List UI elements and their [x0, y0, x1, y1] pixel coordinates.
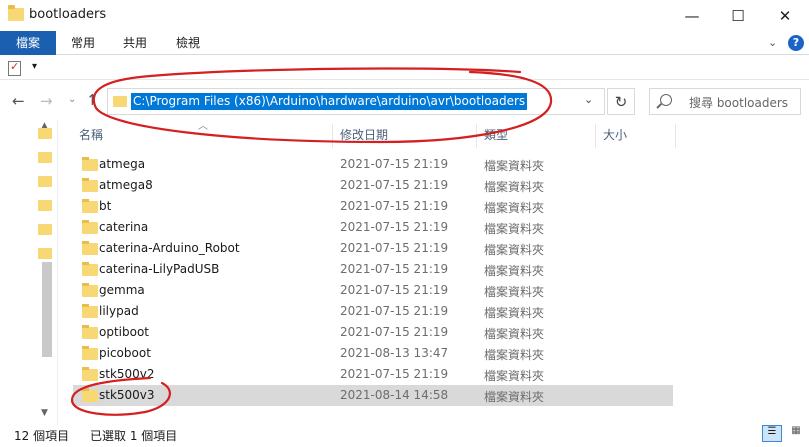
- folder-icon: [82, 262, 98, 276]
- file-type: 檔案資料夾: [484, 285, 545, 299]
- column-header-size[interactable]: 大小: [603, 122, 627, 148]
- search-icon: [660, 94, 672, 106]
- file-type: 檔案資料夾: [484, 369, 545, 383]
- file-modified-date: 2021-07-15 21:19: [340, 220, 449, 234]
- sort-ascending-icon: ︿: [198, 121, 208, 132]
- tab-view[interactable]: 檢視: [163, 31, 213, 55]
- file-type: 檔案資料夾: [484, 222, 545, 236]
- file-name: caterina: [99, 220, 149, 234]
- chevron-down-icon[interactable]: ⌄: [584, 93, 593, 106]
- tab-file[interactable]: 檔案: [0, 31, 56, 55]
- file-type: 檔案資料夾: [484, 243, 545, 257]
- folder-icon: [82, 325, 98, 339]
- status-item-count: 12 個項目: [14, 429, 70, 443]
- file-name: caterina-Arduino_Robot: [99, 241, 240, 255]
- file-modified-date: 2021-08-13 13:47: [340, 346, 449, 360]
- minimize-button[interactable]: —: [669, 0, 715, 31]
- help-icon[interactable]: ?: [788, 35, 804, 51]
- file-name: picoboot: [99, 346, 151, 360]
- file-modified-date: 2021-07-15 21:19: [340, 283, 449, 297]
- maximize-button[interactable]: ☐: [715, 0, 761, 31]
- column-header-type[interactable]: 類型: [484, 122, 508, 148]
- scrollbar-thumb[interactable]: [42, 262, 52, 357]
- back-arrow-icon[interactable]: ←: [12, 92, 25, 110]
- forward-arrow-icon[interactable]: →: [40, 92, 53, 110]
- refresh-button[interactable]: ↻: [607, 88, 635, 115]
- folder-icon[interactable]: [38, 152, 52, 163]
- file-type: 檔案資料夾: [484, 327, 545, 341]
- chevron-down-icon[interactable]: ⌄: [768, 36, 777, 49]
- status-selected-count: 已選取 1 個項目: [90, 429, 178, 443]
- file-type: 檔案資料夾: [484, 201, 545, 215]
- window-title: bootloaders: [29, 7, 107, 22]
- scroll-down-icon[interactable]: ▼: [41, 408, 48, 418]
- folder-icon: [82, 220, 98, 234]
- file-type: 檔案資料夾: [484, 390, 545, 404]
- properties-icon[interactable]: [8, 60, 21, 76]
- file-name: gemma: [99, 283, 145, 297]
- folder-icon[interactable]: [38, 248, 52, 259]
- file-type: 檔案資料夾: [484, 180, 545, 194]
- file-name: stk500v2: [99, 367, 155, 381]
- recent-locations-icon[interactable]: ⌄: [68, 94, 76, 105]
- folder-icon: [82, 241, 98, 255]
- search-placeholder: 搜尋 bootloaders: [689, 96, 789, 110]
- customize-toolbar-icon[interactable]: ▾: [32, 61, 37, 72]
- tab-share[interactable]: 共用: [110, 31, 160, 55]
- close-button[interactable]: ✕: [762, 0, 808, 31]
- file-type: 檔案資料夾: [484, 159, 545, 173]
- file-name: bt: [99, 199, 112, 213]
- folder-icon[interactable]: [38, 128, 52, 139]
- file-name: optiboot: [99, 325, 150, 339]
- file-type: 檔案資料夾: [484, 306, 545, 320]
- file-modified-date: 2021-07-15 21:19: [340, 157, 449, 171]
- folder-icon[interactable]: [38, 176, 52, 187]
- folder-icon: [82, 388, 98, 402]
- file-modified-date: 2021-07-15 21:19: [340, 367, 449, 381]
- file-modified-date: 2021-07-15 21:19: [340, 178, 449, 192]
- folder-icon: [82, 367, 98, 381]
- file-type: 檔案資料夾: [484, 264, 545, 278]
- folder-icon: [113, 96, 127, 107]
- address-path[interactable]: C:\Program Files (x86)\Arduino\hardware\…: [131, 93, 528, 110]
- folder-icon: [82, 157, 98, 171]
- column-divider[interactable]: [595, 124, 596, 148]
- file-modified-date: 2021-07-15 21:19: [340, 325, 449, 339]
- file-modified-date: 2021-08-14 14:58: [340, 388, 449, 402]
- file-type: 檔案資料夾: [484, 348, 545, 362]
- column-divider[interactable]: [476, 124, 477, 148]
- tab-home[interactable]: 常用: [58, 31, 108, 55]
- file-modified-date: 2021-07-15 21:19: [340, 304, 449, 318]
- quick-access-toolbar: [0, 56, 809, 80]
- folder-icon: [82, 199, 98, 213]
- folder-icon: [82, 178, 98, 192]
- folder-icon[interactable]: [38, 224, 52, 235]
- file-modified-date: 2021-07-15 21:19: [340, 199, 449, 213]
- column-header-name[interactable]: 名稱: [79, 122, 103, 148]
- file-modified-date: 2021-07-15 21:19: [340, 262, 449, 276]
- folder-icon[interactable]: [38, 200, 52, 211]
- details-view-icon[interactable]: ☰: [762, 425, 782, 442]
- file-name: lilypad: [99, 304, 139, 318]
- column-divider[interactable]: [675, 124, 676, 148]
- file-name: stk500v3: [99, 388, 155, 402]
- file-name: caterina-LilyPadUSB: [99, 262, 220, 276]
- folder-icon: [82, 346, 98, 360]
- column-header-date[interactable]: 修改日期: [340, 122, 388, 148]
- large-icons-view-icon[interactable]: ▦: [786, 425, 806, 442]
- file-name: atmega8: [99, 178, 153, 192]
- folder-icon: [82, 304, 98, 318]
- folder-icon: [82, 283, 98, 297]
- file-name: atmega: [99, 157, 146, 171]
- folder-icon: [8, 5, 24, 21]
- up-arrow-icon[interactable]: ↑: [86, 91, 99, 109]
- file-modified-date: 2021-07-15 21:19: [340, 241, 449, 255]
- column-divider[interactable]: [332, 124, 333, 148]
